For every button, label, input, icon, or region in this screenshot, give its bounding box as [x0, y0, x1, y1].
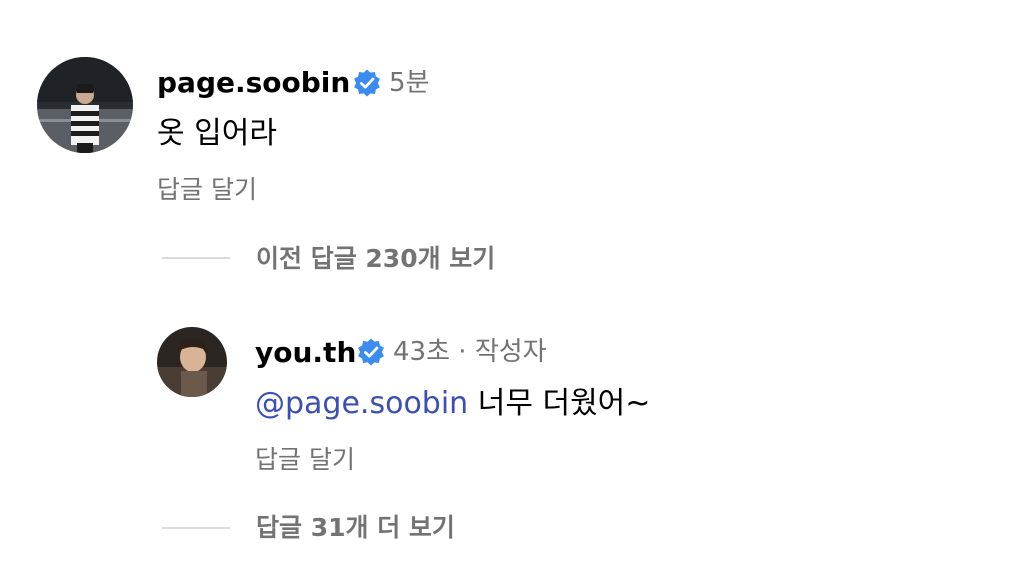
author-badge: 작성자 — [474, 337, 547, 367]
reply-body: @page.soobin 너무 더웠어~ — [255, 389, 650, 419]
meta-separator: · — [458, 337, 467, 367]
reply-text: 너무 더웠어~ — [477, 386, 651, 421]
comment-timestamp: 5분 — [389, 68, 430, 98]
comment-username[interactable]: page.soobin — [157, 69, 350, 97]
view-more-replies-button[interactable]: 답글 31개 더 보기 — [256, 515, 455, 540]
verified-badge-icon — [352, 68, 382, 98]
reply-button[interactable]: 답글 달기 — [157, 177, 257, 202]
reply-username[interactable]: you.th — [255, 339, 356, 367]
verified-badge-icon — [356, 337, 386, 367]
comment-text: 옷 입어라 — [157, 116, 277, 151]
mention-link[interactable]: @page.soobin — [255, 386, 468, 421]
reply-button[interactable]: 답글 달기 — [255, 447, 355, 472]
thread-divider-line — [162, 257, 230, 259]
thread-divider-line — [162, 527, 230, 529]
reply-timestamp: 43초 — [393, 337, 451, 367]
avatar-you-th[interactable] — [157, 327, 227, 397]
avatar-page-soobin[interactable] — [37, 57, 133, 153]
reply-meta: 43초 · 작성자 — [393, 339, 547, 365]
view-previous-replies-button[interactable]: 이전 답글 230개 보기 — [256, 246, 495, 271]
